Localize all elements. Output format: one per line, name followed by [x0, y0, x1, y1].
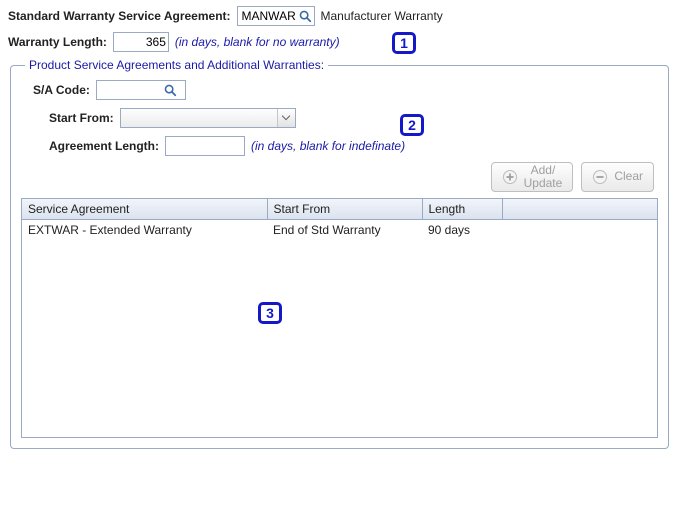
start-from-value: [121, 109, 277, 127]
col-start-from[interactable]: Start From: [267, 199, 422, 220]
sa-code-label: S/A Code:: [33, 83, 90, 97]
table-header-row: Service Agreement Start From Length: [22, 199, 657, 220]
std-warranty-label: Standard Warranty Service Agreement:: [8, 9, 231, 23]
lookup-icon[interactable]: [163, 83, 177, 97]
agreements-table-wrap: Service Agreement Start From Length EXTW…: [21, 198, 658, 438]
std-warranty-input[interactable]: [242, 8, 296, 24]
std-warranty-field[interactable]: [237, 6, 315, 26]
chevron-down-icon[interactable]: [277, 109, 295, 127]
sa-code-field[interactable]: [96, 80, 186, 100]
agreements-table: Service Agreement Start From Length EXTW…: [22, 199, 657, 240]
agreement-length-label: Agreement Length:: [49, 139, 159, 153]
sa-code-input[interactable]: [101, 82, 161, 98]
warranty-length-label: Warranty Length:: [8, 35, 107, 49]
plus-icon: [502, 169, 518, 185]
cell-length: 90 days: [422, 220, 502, 241]
lookup-icon[interactable]: [298, 9, 312, 23]
std-warranty-row: Standard Warranty Service Agreement: Man…: [8, 6, 671, 26]
warranty-length-field[interactable]: [113, 32, 169, 52]
warranty-length-row: Warranty Length: (in days, blank for no …: [8, 32, 671, 52]
clear-button-label: Clear: [614, 170, 643, 183]
product-service-agreements-group: Product Service Agreements and Additiona…: [10, 58, 669, 449]
col-blank: [502, 199, 657, 220]
clear-button[interactable]: Clear: [581, 162, 654, 192]
cell-start-from: End of Std Warranty: [267, 220, 422, 241]
start-from-row: Start From:: [33, 108, 658, 128]
col-length[interactable]: Length: [422, 199, 502, 220]
start-from-dropdown[interactable]: [120, 108, 296, 128]
std-warranty-description: Manufacturer Warranty: [321, 9, 443, 23]
add-update-button-label: Add/ Update: [524, 164, 563, 190]
sa-code-row: S/A Code:: [33, 80, 658, 100]
col-service-agreement[interactable]: Service Agreement: [22, 199, 267, 220]
start-from-label: Start From:: [49, 111, 114, 125]
agreement-length-input[interactable]: [166, 137, 244, 155]
minus-icon: [592, 169, 608, 185]
add-update-button[interactable]: Add/ Update: [491, 162, 574, 192]
warranty-length-input[interactable]: [118, 34, 166, 50]
agreement-length-field[interactable]: [165, 136, 245, 156]
agreement-length-row: Agreement Length: (in days, blank for in…: [33, 136, 658, 156]
button-row: Add/ Update Clear: [21, 162, 658, 192]
agreement-length-hint: (in days, blank for indefinate): [251, 139, 405, 153]
group-inner: S/A Code: Start From: Agr: [21, 80, 658, 156]
group-legend: Product Service Agreements and Additiona…: [25, 58, 328, 72]
table-row[interactable]: EXTWAR - Extended Warranty End of Std Wa…: [22, 220, 657, 241]
cell-service-agreement: EXTWAR - Extended Warranty: [22, 220, 267, 241]
warranty-length-hint: (in days, blank for no warranty): [175, 35, 340, 49]
